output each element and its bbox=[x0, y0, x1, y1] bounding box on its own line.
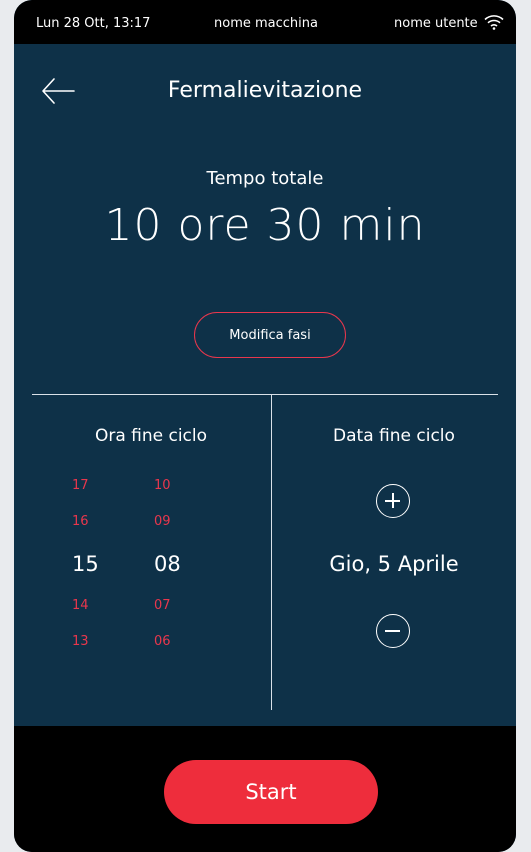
end-date-label: Data fine ciclo bbox=[333, 426, 455, 446]
status-machine-name: nome macchina bbox=[214, 16, 318, 31]
minute-option[interactable]: 09 bbox=[154, 514, 214, 529]
total-time-label: Tempo totale bbox=[206, 168, 324, 189]
device-screen: Lun 28 Ott, 13:17 nome macchina nome ute… bbox=[14, 0, 516, 852]
wifi-icon bbox=[484, 15, 504, 30]
page-title: Fermalievitazione bbox=[167, 78, 363, 103]
status-bar: Lun 28 Ott, 13:17 nome macchina nome ute… bbox=[14, 0, 516, 44]
total-time-value: 10 ore 30 min bbox=[104, 200, 426, 251]
end-time-label: Ora fine ciclo bbox=[94, 426, 208, 446]
bottom-action-bar: Start bbox=[14, 726, 516, 852]
hour-selected[interactable]: 15 bbox=[72, 552, 132, 576]
minute-option[interactable]: 07 bbox=[154, 598, 214, 613]
status-datetime: Lun 28 Ott, 13:17 bbox=[36, 16, 151, 31]
minute-option[interactable]: 10 bbox=[154, 478, 214, 493]
section-divider-horizontal bbox=[32, 394, 498, 395]
hour-option[interactable]: 14 bbox=[72, 598, 132, 613]
minute-selected[interactable]: 08 bbox=[154, 552, 214, 576]
hour-option[interactable]: 13 bbox=[72, 634, 132, 649]
hour-option[interactable]: 16 bbox=[72, 514, 132, 529]
minute-option[interactable]: 06 bbox=[154, 634, 214, 649]
hour-option[interactable]: 17 bbox=[72, 478, 132, 493]
status-user-name: nome utente bbox=[394, 16, 478, 31]
edit-phases-button[interactable]: Modifica fasi bbox=[194, 312, 346, 358]
start-button[interactable]: Start bbox=[164, 760, 378, 824]
plus-circle-icon[interactable] bbox=[376, 484, 410, 518]
minus-circle-icon[interactable] bbox=[376, 614, 410, 648]
end-date-value: Gio, 5 Aprile bbox=[329, 552, 459, 576]
